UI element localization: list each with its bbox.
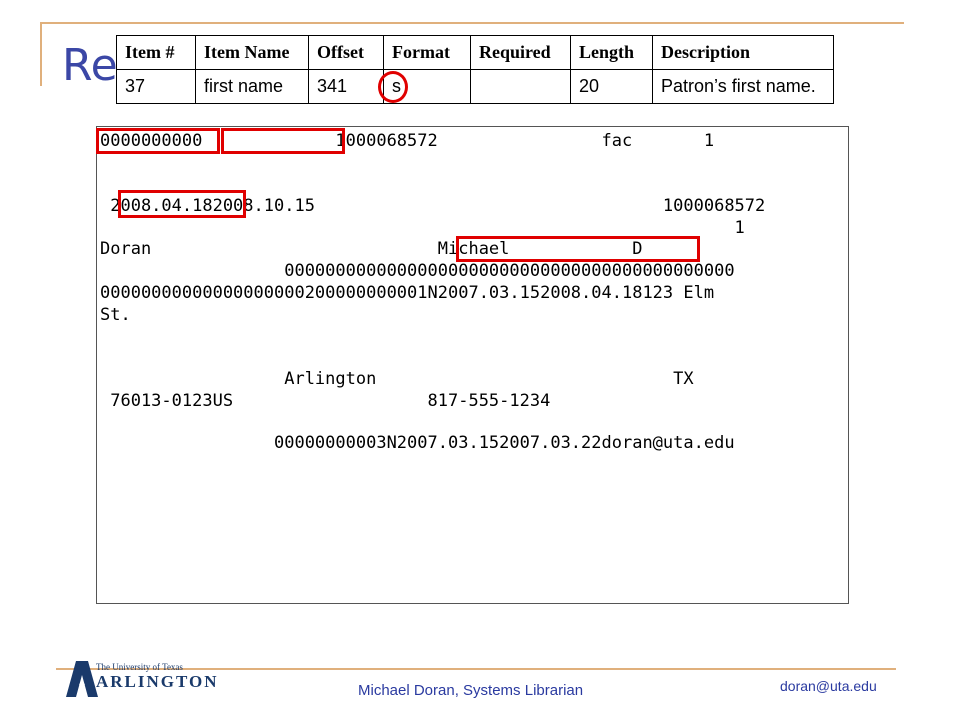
highlight-box-id	[96, 128, 220, 154]
header-item-name: Item Name	[195, 35, 309, 70]
slide-title: Re	[62, 40, 118, 91]
cell-description: Patron’s first name.	[652, 69, 834, 104]
highlight-box-first-name	[456, 236, 700, 262]
cell-required	[470, 69, 571, 104]
left-accent-rule	[40, 22, 42, 86]
cell-offset: 341	[308, 69, 384, 104]
record-line: Arlington TX	[100, 369, 694, 389]
logo-line-2: ARLINGTON	[96, 672, 219, 691]
record-line: 0000000000000000000000000000000000000000…	[100, 261, 735, 281]
format-highlight-circle	[378, 71, 408, 103]
footer-email: doran@uta.edu	[780, 678, 877, 694]
logo-line-1: The University of Texas	[96, 662, 183, 672]
header-item-number: Item #	[116, 35, 196, 70]
field-spec-table: Item # Item Name Offset Format Required …	[116, 35, 834, 104]
cell-length: 20	[570, 69, 653, 104]
record-line: 00000000000000000000200000000001N2007.03…	[100, 283, 715, 303]
cell-item-name: first name	[195, 69, 309, 104]
spec-header-row: Item # Item Name Offset Format Required …	[116, 35, 834, 70]
table-row: 37 first name 341 s 20 Patron’s first na…	[116, 69, 834, 104]
footer-presenter: Michael Doran, Systems Librarian	[358, 682, 584, 699]
highlight-box-date	[118, 190, 246, 218]
top-accent-rule	[40, 22, 904, 24]
record-line: St.	[100, 305, 131, 325]
header-description: Description	[652, 35, 834, 70]
header-length: Length	[570, 35, 653, 70]
cell-item-number: 37	[116, 69, 196, 104]
university-logo-text: The University of Texas ARLINGTON	[96, 662, 219, 692]
record-line: 00000000003N2007.03.152007.03.22doran@ut…	[100, 433, 735, 453]
highlight-box-blank-field	[221, 128, 345, 154]
header-offset: Offset	[308, 35, 384, 70]
record-line: 76013-0123US 817-555-1234	[100, 391, 551, 411]
header-format: Format	[383, 35, 471, 70]
header-required: Required	[470, 35, 571, 70]
